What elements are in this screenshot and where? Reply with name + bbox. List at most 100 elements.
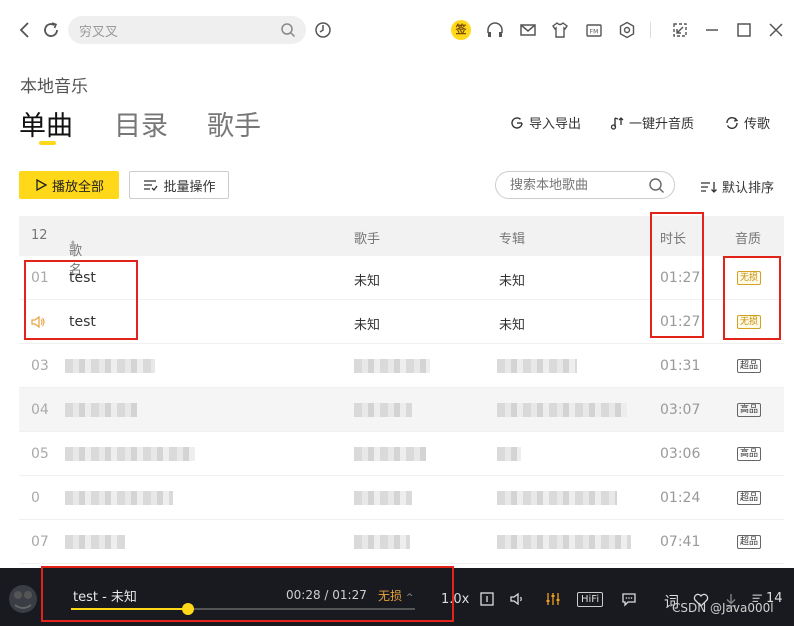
progress-fill [71, 608, 188, 610]
now-playing-speaker-icon [30, 314, 46, 334]
lyrics-window-icon[interactable] [478, 590, 496, 612]
blurred-album [497, 535, 631, 549]
transfer-button[interactable]: 传歌 [724, 113, 770, 132]
import-export-label: 导入导出 [529, 117, 582, 132]
blurred-song-name [65, 447, 195, 461]
volume-icon[interactable] [508, 590, 526, 612]
tab-artists[interactable]: 歌手 [207, 104, 261, 143]
upgrade-quality-button[interactable]: 一键升音质 [609, 113, 694, 132]
quality-badge: 超品 [737, 491, 762, 505]
album-cover[interactable] [6, 582, 40, 616]
song-duration: 01:31 [660, 358, 701, 374]
top-search-input[interactable] [68, 16, 268, 44]
divider [650, 22, 651, 38]
comment-icon[interactable] [620, 590, 638, 612]
blurred-artist [354, 403, 412, 417]
page-subtitle: 本地音乐 [20, 77, 88, 97]
song-album[interactable]: 未知 [499, 270, 525, 289]
song-artist[interactable]: 未知 [354, 270, 380, 289]
table-row[interactable]: 04 03:07 高品 [19, 388, 784, 432]
table-row[interactable]: 05 03:06 高品 [19, 432, 784, 476]
equalizer-icon[interactable] [544, 590, 562, 612]
player-quality[interactable]: 无损 ^ [378, 587, 413, 604]
local-search-box[interactable] [495, 171, 675, 199]
local-search-input[interactable] [496, 172, 636, 198]
upgrade-quality-label: 一键升音质 [629, 117, 695, 132]
song-name[interactable]: test [69, 314, 96, 330]
table-row[interactable]: test 未知 未知 01:27 无损 [19, 300, 784, 344]
refresh-icon[interactable] [41, 20, 61, 40]
table-row[interactable]: 03 01:31 超品 [19, 344, 784, 388]
sort-button[interactable]: 默认排序 [700, 177, 774, 196]
tab-folders[interactable]: 目录 [114, 104, 168, 143]
blurred-song-name [65, 491, 173, 505]
svg-text:FM: FM [590, 29, 599, 36]
blurred-album [497, 359, 577, 373]
song-table: 12 歌名 ⬍ 歌手 专辑 时长 音质 01 test 未知 未知 01:27 … [19, 216, 784, 564]
sort-arrows-icon[interactable]: ⬍ [69, 240, 77, 250]
song-count: 12 [31, 228, 48, 243]
now-playing-title: test - 未知 [73, 590, 137, 605]
song-duration: 01:27 [660, 314, 701, 330]
search-icon[interactable] [648, 177, 665, 194]
batch-operation-button[interactable]: 批量操作 [129, 171, 229, 199]
row-index: 04 [31, 402, 49, 418]
table-row[interactable]: 01 test 未知 未知 01:27 无损 [19, 256, 784, 300]
blurred-album [497, 403, 627, 417]
transfer-icon [726, 116, 739, 129]
song-artist[interactable]: 未知 [354, 314, 380, 333]
tab-songs[interactable]: 单曲 [19, 104, 73, 143]
fm-icon[interactable]: FM [584, 20, 604, 40]
sort-icon [701, 181, 717, 193]
blurred-artist [354, 359, 430, 373]
progress-knob[interactable] [182, 603, 194, 615]
minimize-icon[interactable] [702, 20, 722, 40]
row-index: 07 [31, 534, 49, 550]
blurred-artist [354, 447, 426, 461]
play-all-button[interactable]: 播放全部 [19, 171, 119, 199]
row-index: 01 [31, 270, 49, 286]
blurred-artist [354, 491, 412, 505]
play-icon [36, 178, 48, 192]
mini-mode-icon[interactable] [670, 20, 690, 40]
column-quality-header: 音质 [735, 232, 762, 247]
batch-list-icon [144, 180, 159, 191]
table-row[interactable]: 07 07:41 超品 [19, 520, 784, 564]
column-duration-header: 时长 [660, 232, 687, 247]
blurred-album [497, 447, 521, 461]
mail-icon[interactable] [518, 20, 538, 40]
maximize-icon[interactable] [734, 20, 754, 40]
row-index: 03 [31, 358, 49, 374]
quality-badge: 高品 [737, 447, 762, 461]
headphone-icon[interactable] [485, 20, 505, 40]
song-duration: 01:24 [660, 490, 701, 506]
close-icon[interactable] [766, 20, 786, 40]
title-bar: 签 FM [0, 0, 794, 62]
speed-button[interactable]: 1.0x [441, 592, 469, 607]
chevron-up-icon: ^ [405, 593, 414, 603]
quality-badge: 高品 [737, 403, 762, 417]
song-duration: 03:06 [660, 446, 701, 462]
skin-icon[interactable] [550, 20, 570, 40]
table-header: 12 歌名 ⬍ 歌手 专辑 时长 音质 [19, 216, 784, 278]
quality-badge: 超品 [737, 535, 762, 549]
sign-in-icon[interactable]: 签 [451, 20, 471, 40]
blurred-artist [354, 535, 410, 549]
song-album[interactable]: 未知 [499, 314, 525, 333]
history-icon[interactable] [313, 20, 333, 40]
blurred-album [497, 491, 617, 505]
song-name[interactable]: test [69, 270, 96, 286]
hifi-button[interactable]: HiFi [577, 592, 604, 607]
search-icon[interactable] [280, 22, 296, 38]
row-index: 0 [31, 490, 40, 506]
table-row[interactable]: 0 01:24 超品 [19, 476, 784, 520]
blurred-song-name [65, 359, 155, 373]
settings-icon[interactable] [617, 20, 637, 40]
import-export-button[interactable]: 导入导出 [509, 113, 581, 132]
quality-badge: 无损 [737, 271, 762, 285]
top-search-box[interactable] [68, 16, 306, 44]
song-duration: 03:07 [660, 402, 701, 418]
import-export-icon [511, 116, 523, 129]
progress-track[interactable] [71, 603, 415, 615]
back-icon[interactable] [15, 20, 35, 40]
